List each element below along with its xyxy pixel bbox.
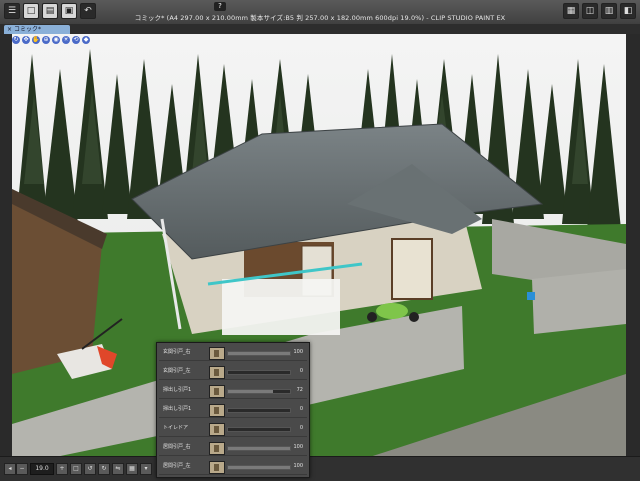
door-thumbnail [209,404,225,417]
object-icon[interactable]: ◆ [82,36,90,44]
light-icon[interactable]: ☀ [62,36,70,44]
rotate-left-icon[interactable]: ↺ [84,463,96,475]
slider-track[interactable] [227,446,291,451]
grid-toggle-icon[interactable]: ▦ [126,463,138,475]
slider-track[interactable] [227,465,291,470]
fit-icon[interactable]: □ [70,463,82,475]
move-icon[interactable]: ✥ [22,36,30,44]
door-thumbnail [209,442,225,455]
slider-value[interactable]: 72 [289,387,303,393]
slider-row: 掃出し引戸1 0 [159,402,307,418]
slider-label: 掃出し引戸1 [163,387,192,393]
door-thumbnail [209,366,225,379]
door-thumbnail [209,347,225,360]
slider-row: 玄関引戸_右 100 [159,345,307,361]
left-dock [0,34,12,466]
view-menu-icon[interactable]: ▾ [140,463,152,475]
slider-fill [228,466,290,469]
slider-value[interactable]: 100 [289,444,303,450]
slider-fill [228,390,273,393]
slider-track[interactable] [227,427,291,432]
slider-value[interactable]: 100 [289,349,303,355]
slider-row: 玄関引戸_左 0 [159,364,307,380]
slider-label: 居間引戸_左 [163,463,191,469]
title-bar: ☰ □ ▤ ▣ ↶ ▦ ◫ ▥ ◧ ? コミック* (A4 297.00 x 2… [0,0,640,25]
canvas-3d-scene[interactable] [12,34,626,466]
window-title: コミック* (A4 297.00 x 210.00mm 製本サイズ:B5 判 2… [134,14,506,22]
slider-track[interactable] [227,408,291,413]
camera-icon[interactable]: ◉ [52,36,60,44]
close-tab-icon[interactable]: × [7,25,12,34]
slider-row: 居間引戸_右 100 [159,440,307,456]
slider-label: 玄関引戸_左 [163,368,191,374]
tab-label: コミック* [14,26,42,33]
slider-fill [228,352,290,355]
slider-value[interactable]: 0 [289,425,303,431]
door-thumbnail [209,385,225,398]
slider-value[interactable]: 0 [289,406,303,412]
door-thumbnail [209,423,225,436]
flip-icon[interactable]: ⇋ [112,463,124,475]
door-thumbnail [209,461,225,474]
zoom-in-icon[interactable]: + [56,463,68,475]
status-bar: ◂ − 19.0 + □ ↺ ↻ ⇋ ▦ ▾ [0,456,640,481]
scene-illustration [12,34,626,466]
tab-comic[interactable]: × コミック* [4,25,70,34]
slider-track[interactable] [227,370,291,375]
slider-track[interactable] [227,351,291,356]
view-navigation-controls: ↻ ✥ ✋ ⊕ ◉ ☀ ⟲ ◆ [12,36,90,44]
zoom-icon[interactable]: ⊕ [42,36,50,44]
slider-row: 居間引戸_左 100 [159,459,307,475]
zoom-level[interactable]: 19.0 [30,463,54,475]
rotate-icon[interactable]: ↻ [12,36,20,44]
slider-label: 居間引戸_右 [163,444,191,450]
navigator-icon[interactable]: ◂ [4,463,16,475]
slider-label: 玄関引戸_右 [163,349,191,355]
slider-track[interactable] [227,389,291,394]
slider-row: トイレドア 0 [159,421,307,437]
help-icon[interactable]: ? [214,2,226,11]
slider-row: 掃出し引戸1 72 [159,383,307,399]
rotate-right-icon[interactable]: ↻ [98,463,110,475]
right-dock [626,34,640,466]
zoom-out-icon[interactable]: − [16,463,28,475]
slider-label: 掃出し引戸1 [163,406,192,412]
slider-fill [228,447,290,450]
object-pose-panel: 玄関引戸_右 100 玄関引戸_左 0 掃出し引戸1 72 掃出し引戸1 0 ト… [156,342,310,478]
slider-value[interactable]: 0 [289,368,303,374]
document-tab-bar: × コミック* [0,24,640,34]
reset-icon[interactable]: ⟲ [72,36,80,44]
pan-icon[interactable]: ✋ [32,36,40,44]
slider-value[interactable]: 100 [289,463,303,469]
slider-label: トイレドア [163,425,189,431]
